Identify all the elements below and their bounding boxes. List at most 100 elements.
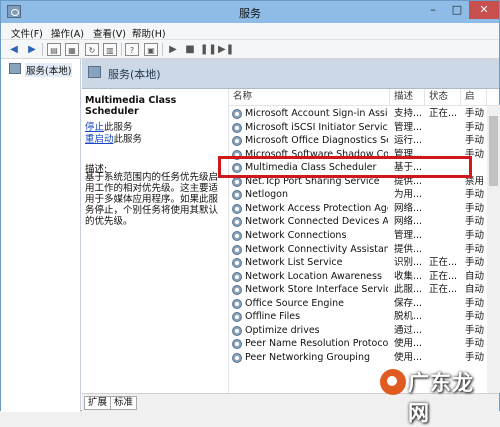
- table-row[interactable]: Optimize drives 通过... 手动: [229, 324, 500, 338]
- tab-extended[interactable]: 扩展: [84, 396, 112, 410]
- maximize-button[interactable]: □: [445, 1, 469, 19]
- service-gear-icon: [232, 271, 242, 282]
- export-list-icon[interactable]: ▥: [103, 43, 117, 56]
- service-name: Office Source Engine: [245, 297, 344, 309]
- table-row[interactable]: Network Connectivity Assistant 提供... 手动: [229, 243, 500, 257]
- services-icon: [88, 66, 101, 78]
- title-bar[interactable]: 服务 – □ ✕: [1, 1, 499, 23]
- service-gear-icon: [232, 339, 242, 350]
- column-header-name[interactable]: 名称: [229, 89, 390, 105]
- service-name: Peer Networking Grouping: [245, 351, 370, 363]
- service-description: 为用...: [394, 189, 423, 201]
- service-name: Microsoft iSCSI Initiator Service: [245, 121, 388, 133]
- service-gear-icon: [232, 258, 242, 269]
- table-row[interactable]: Microsoft Office Diagnostics Serv... 运行..…: [229, 134, 500, 148]
- refresh-icon[interactable]: ↻: [85, 43, 99, 56]
- service-startup-type: 手动: [465, 324, 485, 336]
- service-description: 管理...: [394, 121, 423, 133]
- service-description: 网络...: [394, 216, 423, 228]
- service-name: Network List Service: [245, 257, 343, 269]
- menu-help[interactable]: 帮助(H): [132, 26, 166, 40]
- restart-service-link[interactable]: 重启动: [85, 134, 114, 145]
- table-row[interactable]: Microsoft Account Sign-in Assist... 支持...…: [229, 107, 500, 121]
- table-row[interactable]: Network List Service 识别... 正在... 手动: [229, 256, 500, 270]
- service-gear-icon: [232, 298, 242, 309]
- help-icon[interactable]: ?: [125, 43, 139, 56]
- service-name: Network Connections: [245, 229, 347, 241]
- table-row[interactable]: Peer Name Resolution Protocol 使用... 手动: [229, 337, 500, 351]
- service-name: Network Connectivity Assistant: [245, 243, 388, 255]
- service-startup-type: 手动: [465, 351, 485, 363]
- watermark-text: 广东龙网: [408, 371, 474, 425]
- column-header-status[interactable]: 状态: [425, 89, 461, 105]
- service-startup-type: 手动: [465, 121, 485, 133]
- service-name: Peer Name Resolution Protocol: [245, 338, 388, 350]
- service-status: 正在...: [429, 284, 458, 296]
- service-gear-icon: [232, 352, 242, 363]
- service-gear-icon: [232, 244, 242, 255]
- service-startup-type: 手动: [465, 202, 485, 214]
- restart-service-icon[interactable]: ▶❚: [218, 43, 234, 56]
- column-header-description[interactable]: 描述: [390, 89, 425, 105]
- service-name: Netlogon: [245, 189, 288, 201]
- console-tree-icon[interactable]: ▤: [47, 43, 61, 56]
- service-description: 识别...: [394, 257, 423, 269]
- menu-view[interactable]: 查看(V): [93, 26, 126, 40]
- service-name: Offline Files: [245, 311, 301, 323]
- menu-action[interactable]: 操作(A): [51, 26, 84, 40]
- service-description: 此服...: [394, 284, 423, 296]
- toolbar-divider: [42, 43, 43, 56]
- service-name: Network Store Interface Service: [245, 284, 388, 296]
- header-divider: [229, 105, 500, 106]
- toolbar-divider: [162, 43, 163, 56]
- service-startup-type: 手动: [465, 229, 485, 241]
- service-description: 使用...: [394, 351, 423, 363]
- forward-arrow-icon[interactable]: ▶: [25, 43, 39, 56]
- action-pane-icon[interactable]: ▣: [144, 43, 158, 56]
- table-row[interactable]: Office Source Engine 保存... 手动: [229, 297, 500, 311]
- service-name: Optimize drives: [245, 324, 320, 336]
- minimize-button[interactable]: –: [421, 1, 445, 19]
- service-startup-type: 手动: [465, 297, 485, 309]
- services-list: 名称 描述 状态 启 Microsoft Account Sign-in Ass…: [228, 89, 500, 393]
- service-status: 正在...: [429, 257, 458, 269]
- service-name: Network Location Awareness: [245, 270, 382, 282]
- table-row[interactable]: Network Connections 管理... 手动: [229, 229, 500, 243]
- service-name: Network Connected Devices Aut...: [245, 216, 388, 228]
- service-description: 网络...: [394, 202, 423, 214]
- table-row[interactable]: Microsoft iSCSI Initiator Service 管理... 手动: [229, 121, 500, 135]
- tree-item-services-local[interactable]: 服务(本地): [25, 63, 73, 77]
- table-row[interactable]: Peer Networking Grouping 使用... 手动: [229, 351, 500, 365]
- tab-standard[interactable]: 标准: [110, 396, 138, 410]
- table-row[interactable]: Network Access Protection Agent 网络... 手动: [229, 202, 500, 216]
- table-row[interactable]: Netlogon 为用... 手动: [229, 188, 500, 202]
- service-gear-icon: [232, 285, 242, 296]
- properties-icon[interactable]: ▦: [65, 43, 79, 56]
- start-service-icon[interactable]: ▶: [166, 43, 180, 56]
- vertical-scrollbar[interactable]: [487, 106, 500, 393]
- table-row[interactable]: Offline Files 脱机... 手动: [229, 310, 500, 324]
- service-startup-type: 手动: [465, 189, 485, 201]
- service-gear-icon: [232, 312, 242, 323]
- table-row[interactable]: Network Location Awareness 收集... 正在... 自动: [229, 270, 500, 284]
- column-header-startup-type[interactable]: 启: [461, 89, 487, 105]
- table-row[interactable]: Network Store Interface Service 此服... 正在..…: [229, 283, 500, 297]
- back-arrow-icon[interactable]: ◀: [7, 43, 21, 56]
- toolbar: ◀ ▶ ▤ ▦ ↻ ▥ ? ▣ ▶ ■ ❚❚ ▶❚: [1, 40, 499, 59]
- scrollbar-thumb[interactable]: [489, 116, 498, 186]
- service-startup-type: 手动: [465, 257, 485, 269]
- service-description: 保存...: [394, 297, 423, 309]
- service-startup-type: 手动: [465, 216, 485, 228]
- close-button[interactable]: ✕: [469, 1, 499, 19]
- service-startup-type: 手动: [465, 338, 485, 350]
- main-pane: 服务(本地) Multimedia Class Scheduler 停止此服务 …: [82, 59, 500, 412]
- service-description: 支持...: [394, 108, 423, 119]
- service-name: Microsoft Office Diagnostics Serv...: [245, 135, 388, 147]
- service-status: 正在...: [429, 108, 458, 119]
- service-startup-type: 自动: [465, 284, 485, 296]
- pause-service-icon[interactable]: ❚❚: [200, 43, 217, 56]
- service-startup-type: 自动: [465, 270, 485, 282]
- stop-service-icon[interactable]: ■: [183, 43, 197, 56]
- menu-file[interactable]: 文件(F): [11, 26, 43, 40]
- table-row[interactable]: Network Connected Devices Aut... 网络... 手动: [229, 215, 500, 229]
